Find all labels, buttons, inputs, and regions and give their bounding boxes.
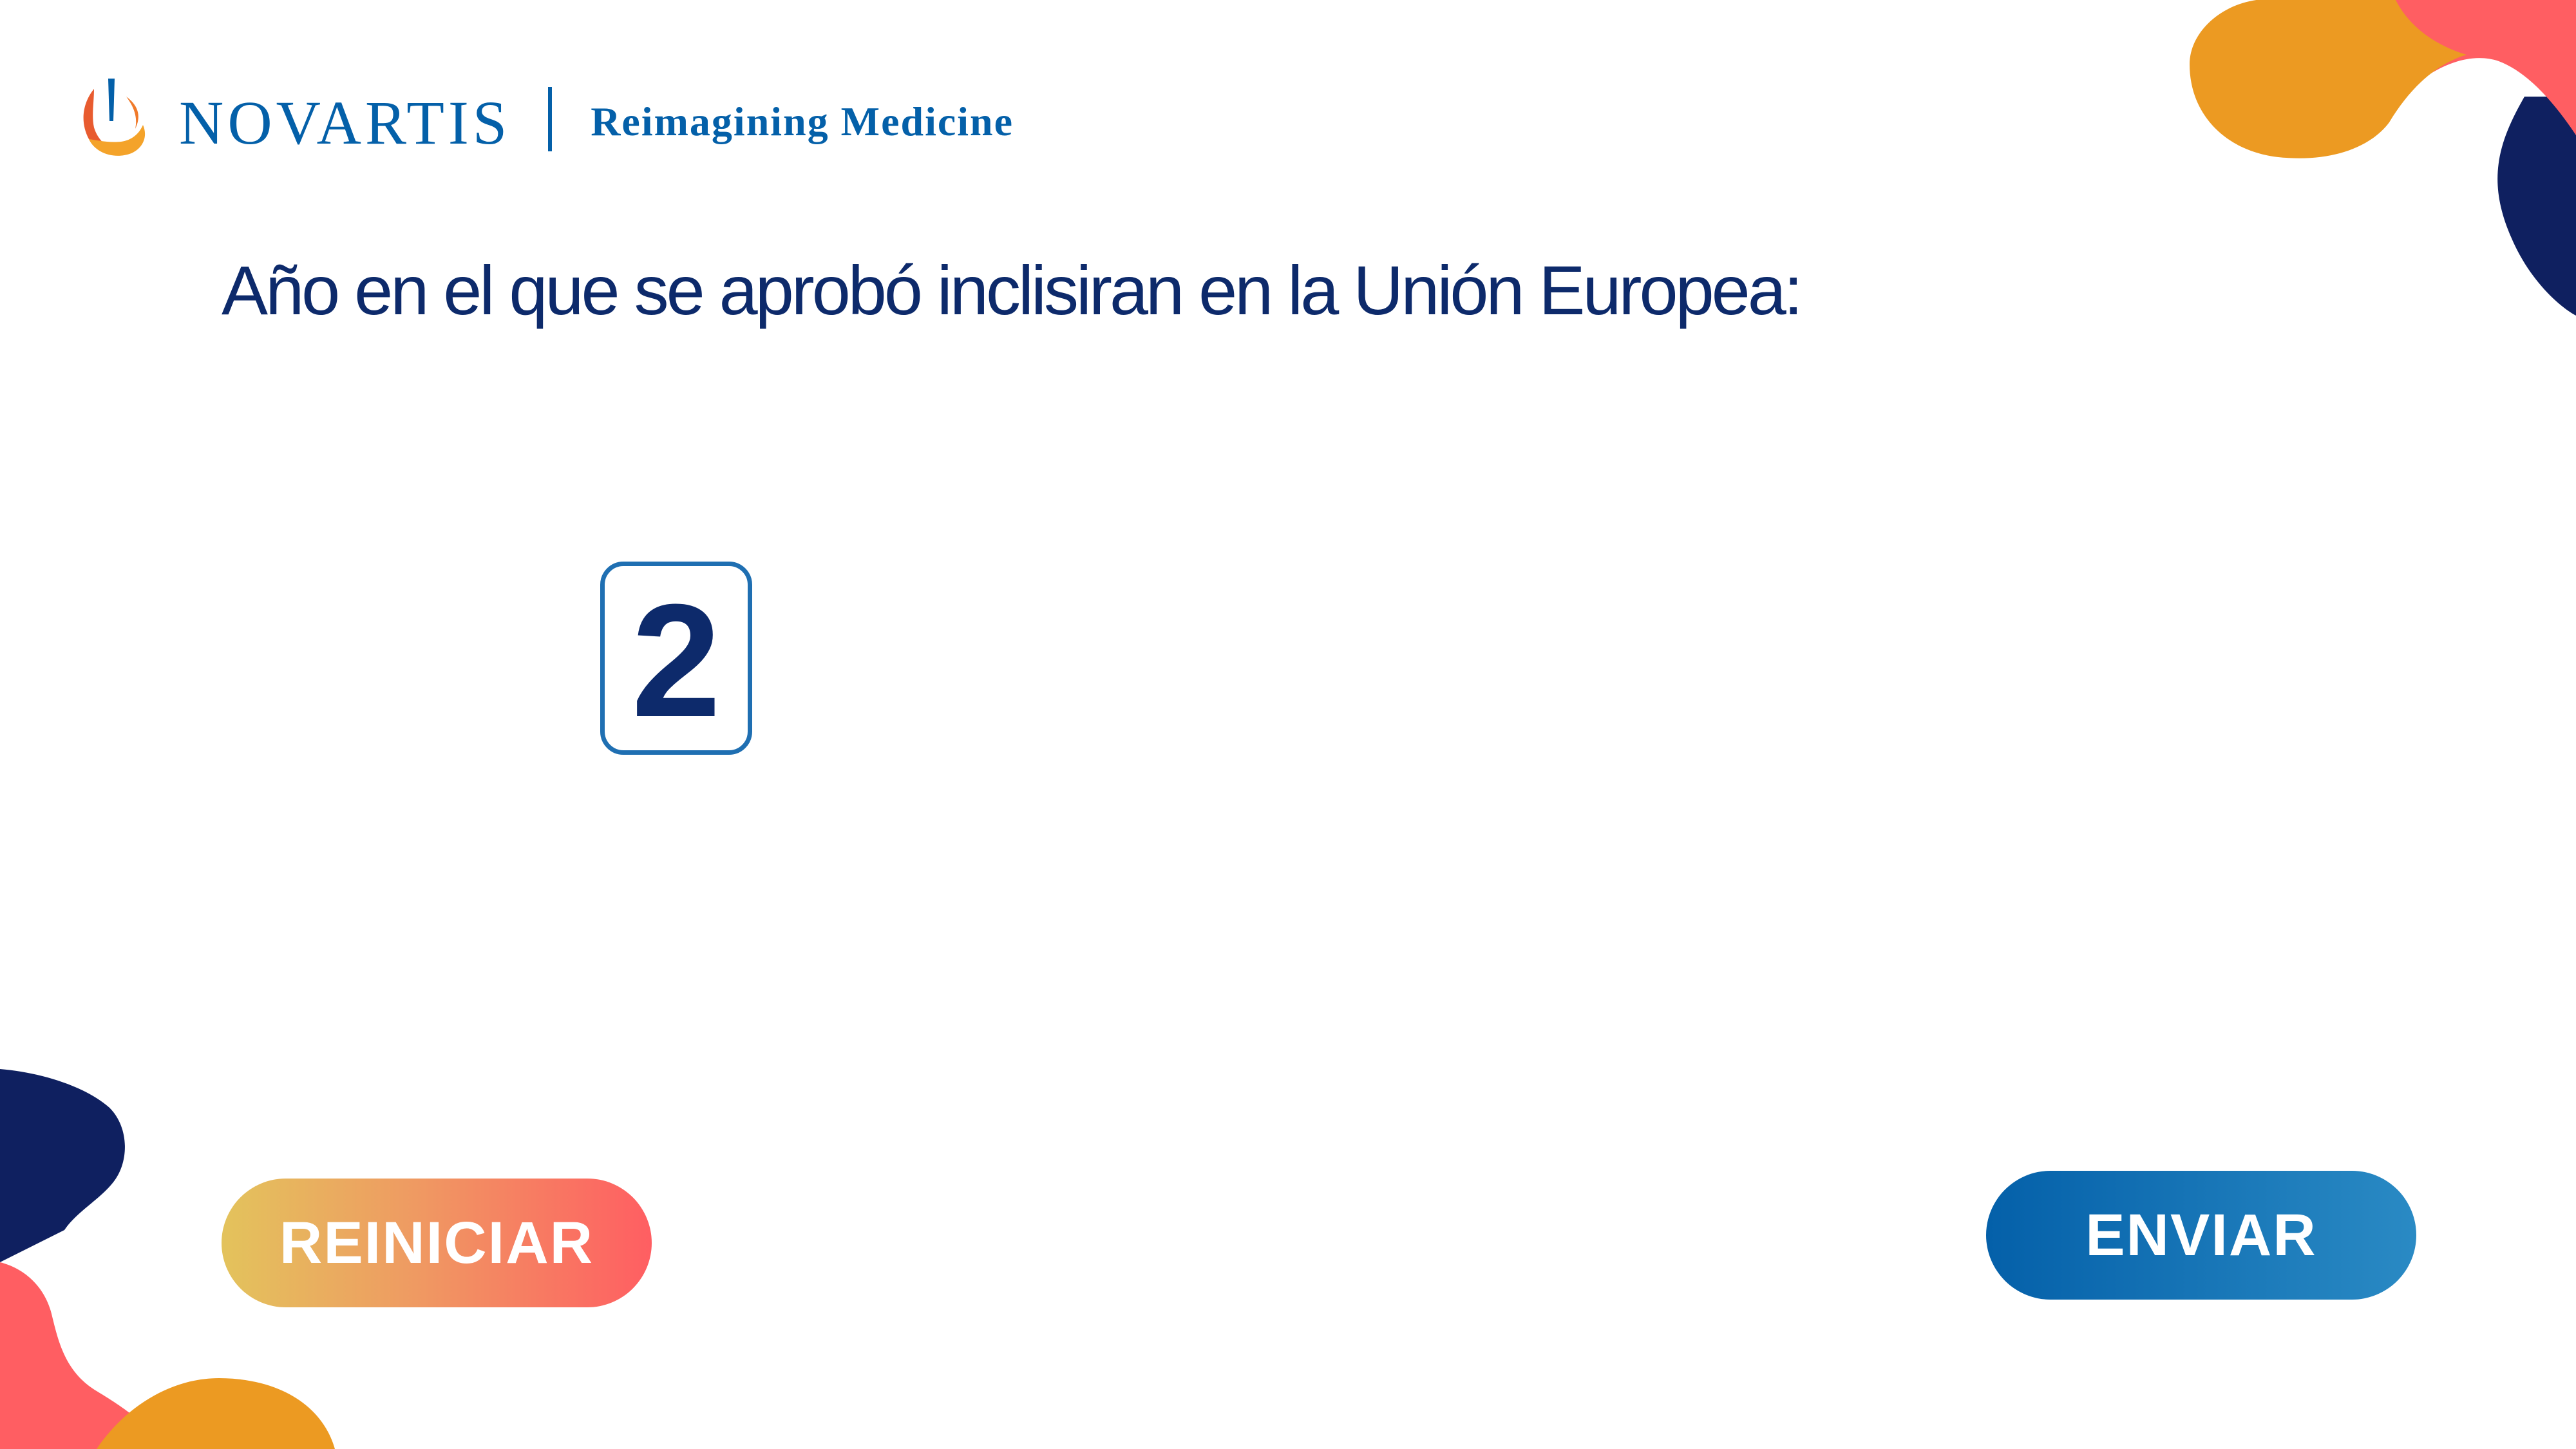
decorative-blobs-top-right: [2190, 0, 2576, 316]
brand-header: NOVARTIS Reimagining Medicine: [76, 71, 1014, 167]
question-text: Año en el que se aprobó inclisiran en la…: [222, 251, 1803, 329]
brand-divider: [548, 87, 553, 151]
answer-digit-value: 2: [631, 571, 721, 750]
brand-name: NOVARTIS: [179, 88, 511, 157]
navy-blob: [0, 1069, 125, 1262]
answer-digit-box[interactable]: 2: [600, 562, 752, 755]
navy-blob: [2497, 97, 2576, 316]
brand-tagline: Reimagining Medicine: [591, 99, 1014, 144]
orange-blob: [97, 1378, 335, 1449]
novartis-flame-icon: [83, 79, 146, 156]
send-button[interactable]: ENVIAR: [1986, 1171, 2416, 1300]
reset-button[interactable]: REINICIAR: [222, 1179, 652, 1307]
